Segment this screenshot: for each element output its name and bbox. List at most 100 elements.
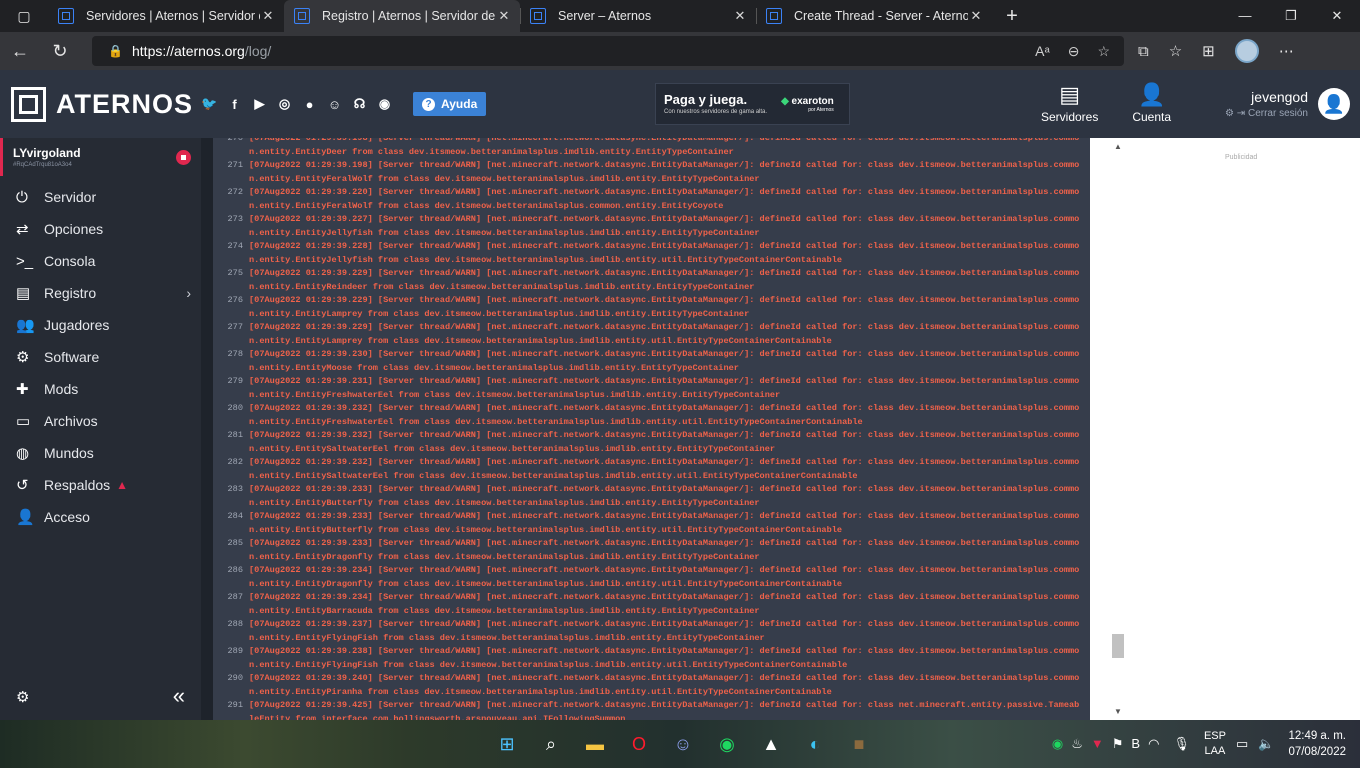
- microphone-icon[interactable]: 🎙: [1173, 736, 1190, 752]
- sidebar-item-consola[interactable]: >_ Consola: [0, 245, 201, 277]
- collapse-sidebar-icon[interactable]: «: [173, 685, 185, 707]
- tab-actions-icon[interactable]: ▢: [0, 0, 48, 32]
- log-line: 275 [07Aug2022 01:29:39.229] [Server thre…: [213, 267, 1090, 294]
- browser-tab-active[interactable]: Registro | Aternos | Servidor de Minecra…: [284, 0, 520, 32]
- log-line-number: 277: [227, 322, 243, 332]
- account-link[interactable]: 👤 Cuenta: [1132, 84, 1172, 125]
- log-line: 276 [07Aug2022 01:29:39.229] [Server thre…: [213, 294, 1090, 321]
- search-icon[interactable]: ⌕: [536, 730, 566, 758]
- help-button[interactable]: ? Ayuda: [413, 92, 487, 116]
- youtube-icon[interactable]: ▶: [251, 96, 268, 113]
- account-label: Cuenta: [1132, 110, 1172, 124]
- sidebar-item-respaldos[interactable]: ↺ Respaldos ▲: [0, 469, 201, 501]
- servers-link[interactable]: ▤ Servidores: [1041, 84, 1098, 125]
- sidebar-item-mods[interactable]: ✚ Mods: [0, 373, 201, 405]
- user-avatar-icon[interactable]: 👤: [1318, 88, 1350, 120]
- instagram-icon[interactable]: ◎: [276, 96, 293, 113]
- favorites-icon[interactable]: ☆: [1169, 42, 1182, 60]
- url-text[interactable]: https://aternos.org/log/: [132, 43, 1035, 59]
- clock[interactable]: 12:49 a. m. 07/08/2022: [1288, 728, 1346, 760]
- facebook-icon[interactable]: f: [226, 96, 243, 113]
- sidebar-item-registro[interactable]: ▤ Registro ›: [0, 277, 201, 309]
- profile-avatar[interactable]: [1234, 39, 1259, 63]
- close-icon[interactable]: ✕: [968, 8, 984, 24]
- read-aloud-icon[interactable]: Aᵃ: [1035, 43, 1050, 60]
- sidebar-item-acceso[interactable]: 👤 Acceso: [0, 501, 201, 533]
- reddit-icon[interactable]: ●: [301, 96, 318, 113]
- aternos-logo[interactable]: ATERNOS: [11, 86, 193, 122]
- more-menu-icon[interactable]: ⋯: [1279, 42, 1294, 60]
- clock-time: 12:49 a. m.: [1288, 730, 1346, 742]
- spotify-tray-icon[interactable]: ◉: [1052, 736, 1063, 752]
- log-line-number: 283: [227, 484, 243, 494]
- server-selector[interactable]: LYvirgoland #RqCAdTrqu81oA3o4: [0, 138, 201, 176]
- close-icon[interactable]: ✕: [496, 8, 512, 24]
- close-window-icon[interactable]: ✕: [1314, 8, 1360, 24]
- settings-icon[interactable]: ⚙: [16, 688, 29, 706]
- browser-tab[interactable]: Servidores | Aternos | Servidor de Minec…: [48, 0, 284, 32]
- scrollbar-thumb[interactable]: [1112, 634, 1124, 658]
- log-line: 283 [07Aug2022 01:29:39.233] [Server thre…: [213, 483, 1090, 510]
- photos-icon[interactable]: ▲: [756, 730, 786, 758]
- new-tab-button[interactable]: +: [992, 5, 1032, 28]
- add-favorite-icon[interactable]: ☆: [1097, 43, 1110, 60]
- sidebar-item-mundos[interactable]: ◍ Mundos: [0, 437, 201, 469]
- ad-brand-sub: por Aternos: [808, 106, 834, 113]
- security-tray-icon[interactable]: ⚑: [1112, 736, 1124, 752]
- close-icon[interactable]: ✕: [260, 8, 276, 24]
- opera-icon[interactable]: O: [624, 730, 654, 758]
- windows-start-icon[interactable]: ⊞: [492, 730, 522, 758]
- log-line-text: [07Aug2022 01:29:39.229] [Server thread/…: [249, 322, 1080, 346]
- browser-tab[interactable]: Server – Aternos ✕: [520, 0, 756, 32]
- support-icon[interactable]: ☊: [351, 96, 368, 113]
- logout-link[interactable]: ⚙ ⇥ Cerrar sesión: [1225, 108, 1308, 119]
- extensions-icon[interactable]: ⧉: [1138, 43, 1149, 60]
- sidebar-item-opciones[interactable]: ⇄ Opciones: [0, 213, 201, 245]
- file-explorer-icon[interactable]: ▬: [580, 730, 610, 758]
- github-icon[interactable]: ◉: [376, 96, 393, 113]
- ad-brand: ◆ exaroton por Aternos: [781, 95, 834, 113]
- language-indicator[interactable]: ESP LAA: [1204, 729, 1226, 759]
- edge-icon[interactable]: ◐: [800, 730, 830, 758]
- antivirus-tray-icon[interactable]: ▼: [1091, 736, 1104, 752]
- scroll-down-icon[interactable]: ▼: [1114, 707, 1122, 716]
- sidebar-item-jugadores[interactable]: 👥 Jugadores: [0, 309, 201, 341]
- aternos-favicon-icon: [294, 8, 310, 24]
- zoom-icon[interactable]: ⊖: [1068, 43, 1080, 60]
- discord-icon[interactable]: ☺: [326, 96, 343, 113]
- tray-misc-icon[interactable]: ◠: [1148, 736, 1159, 752]
- log-viewer[interactable]: 270 [07Aug2022 01:29:39.198] [Server thre…: [213, 138, 1090, 720]
- b-tray-icon[interactable]: B: [1131, 736, 1140, 752]
- steam-tray-icon[interactable]: ♨: [1071, 736, 1083, 752]
- settings-icon[interactable]: ⚙: [1225, 108, 1234, 119]
- users-icon: 👥: [16, 317, 35, 334]
- discord-icon[interactable]: ☺: [668, 730, 698, 758]
- address-bar[interactable]: 🔒 https://aternos.org/log/ Aᵃ ⊖ ☆: [92, 36, 1124, 66]
- scroll-up-icon[interactable]: ▲: [1114, 142, 1122, 151]
- collections-icon[interactable]: ⊞: [1202, 42, 1215, 60]
- close-icon[interactable]: ✕: [732, 8, 748, 24]
- twitter-icon[interactable]: 🐦: [201, 96, 218, 113]
- display-icon[interactable]: ▭: [1236, 736, 1248, 752]
- browser-tab[interactable]: Create Thread - Server - Aternos ✕: [756, 0, 992, 32]
- refresh-button[interactable]: ↻: [40, 41, 80, 62]
- log-line-number: 289: [227, 646, 243, 656]
- log-line-number: 291: [227, 700, 243, 710]
- cogs-icon: ⚙: [16, 349, 30, 366]
- user-menu: jevengod ⚙ ⇥ Cerrar sesión 👤: [1225, 88, 1350, 120]
- log-line-text: [07Aug2022 01:29:39.240] [Server thread/…: [249, 673, 1080, 697]
- log-line: 277 [07Aug2022 01:29:39.229] [Server thre…: [213, 321, 1090, 348]
- header-ad-banner[interactable]: Paga y juega. Con nuestros servidores de…: [655, 83, 850, 125]
- sidebar-item-archivos[interactable]: ▭ Archivos: [0, 405, 201, 437]
- spotify-icon[interactable]: ◉: [712, 730, 742, 758]
- exaroton-icon: ◆: [781, 95, 789, 107]
- log-line-number: 285: [227, 538, 243, 548]
- volume-icon[interactable]: 🔈: [1258, 736, 1274, 752]
- back-button[interactable]: ←: [0, 41, 40, 62]
- minimize-icon[interactable]: —: [1222, 8, 1268, 24]
- sidebar-item-servidor[interactable]: ⏻ Servidor: [0, 181, 201, 213]
- sidebar-item-software[interactable]: ⚙ Software: [0, 341, 201, 373]
- restore-icon[interactable]: ❐: [1268, 8, 1314, 24]
- lock-icon[interactable]: 🔒: [108, 44, 132, 58]
- minecraft-icon[interactable]: ■: [844, 730, 874, 758]
